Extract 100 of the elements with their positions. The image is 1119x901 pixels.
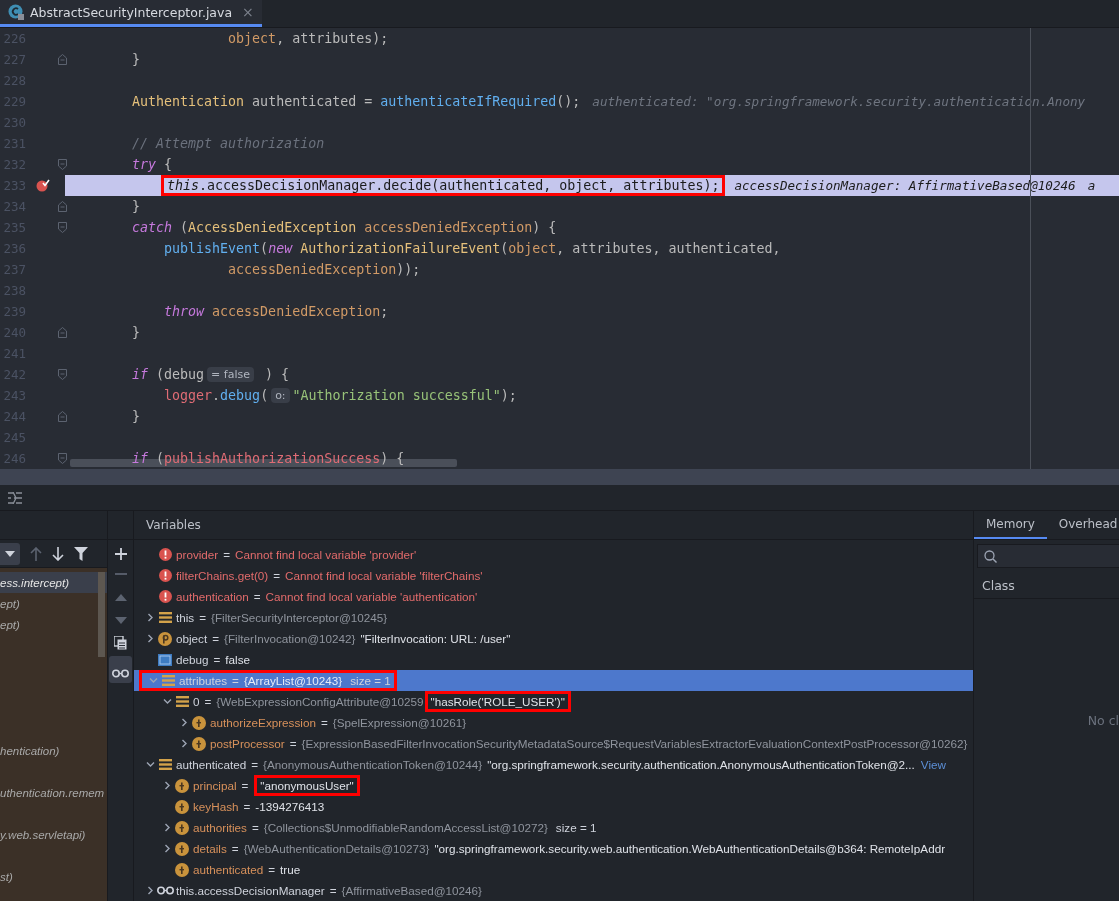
code-token: AuthorizationFailureEvent — [299, 241, 501, 256]
stack-frame[interactable]: y.web.servletapi) — [0, 824, 107, 845]
add-icon[interactable] — [114, 548, 127, 560]
variable-row[interactable]: attributes = {ArrayList@10243} size = 1 — [134, 670, 973, 691]
column-header[interactable]: Class — [982, 577, 1015, 593]
breakpoint-icon[interactable] — [36, 179, 50, 192]
inline-value-hint: authenticated: "org.springframework.security.authentication.Anony — [592, 94, 1086, 109]
chevron-icon[interactable] — [145, 634, 155, 643]
error-icon — [158, 569, 172, 582]
variable-type: {FilterSecurityInterceptor@10245} — [211, 611, 388, 624]
code-token: new — [268, 241, 293, 256]
variable-row[interactable]: debug = false — [134, 649, 973, 670]
code-token: ( — [260, 388, 269, 403]
code-token: object — [227, 31, 277, 46]
variable-name: provider — [176, 548, 219, 561]
chevron-icon[interactable] — [145, 760, 155, 769]
variable-row[interactable]: filterChains.get(0) = Cannot find local variable 'filterChains' — [134, 565, 973, 586]
equals-sign: = — [199, 611, 207, 624]
stack-frame[interactable]: hentication) — [0, 740, 107, 761]
code-token: ) { — [532, 220, 557, 235]
code-token: object — [508, 241, 557, 256]
panel-tab[interactable]: Memory — [974, 511, 1047, 539]
variable-row[interactable]: this = {FilterSecurityInterceptor@10245} — [134, 607, 973, 628]
stack-frame[interactable]: ess.intercept) — [0, 572, 107, 593]
chevron-icon[interactable] — [162, 844, 172, 853]
empty-message: No cl — [1087, 712, 1119, 728]
variable-name: authenticated — [193, 863, 264, 876]
code-token: ; — [380, 304, 389, 319]
chevron-icon[interactable] — [162, 823, 172, 832]
filter-icon[interactable] — [74, 546, 88, 561]
variable-row[interactable]: postProcessor = {ExpressionBasedFilterInvocationSecurityMetadataSource$RequestVariablesExtractorEvaluationContextPostProcessor@10262} — [134, 733, 973, 754]
variable-row[interactable]: keyHash = -1394276413 — [134, 796, 973, 817]
panel-title: Variables — [146, 518, 201, 532]
caret-icon — [5, 550, 15, 557]
variable-row[interactable]: principal = "anonymousUser" — [134, 775, 973, 796]
layout-icon[interactable] — [8, 491, 22, 504]
search-field[interactable] — [977, 544, 1119, 568]
code-token: AccessDeniedException — [188, 220, 357, 235]
chevron-icon[interactable] — [145, 886, 155, 895]
variable-name: attributes — [179, 674, 228, 687]
chevron-icon[interactable] — [179, 718, 189, 727]
view-link[interactable]: View — [920, 758, 946, 771]
code-token: accessDeniedException — [211, 304, 381, 319]
arrow-down-icon[interactable] — [52, 546, 64, 561]
code-token: ); — [500, 388, 517, 403]
close-icon[interactable]: × — [242, 4, 254, 20]
variable-name: authorizeExpression — [210, 716, 316, 729]
panel-tab[interactable]: Overhead — [1046, 511, 1119, 539]
error-icon — [158, 590, 172, 603]
variable-name: 0 — [193, 695, 200, 708]
scrollbar[interactable] — [98, 572, 105, 657]
variable-type: {AnonymousAuthenticationToken@10244} — [263, 758, 483, 771]
stack-frame[interactable]: ept) — [0, 614, 107, 635]
variable-name: this.accessDecisionManager — [176, 884, 325, 897]
equals-sign: = — [231, 842, 239, 855]
class-file-icon — [8, 4, 24, 20]
code-token: ( — [260, 241, 269, 256]
code-token: logger — [163, 388, 213, 403]
copy-icon[interactable] — [114, 636, 127, 650]
equals-sign: = — [251, 821, 259, 834]
variable-row[interactable]: this.accessDecisionManager = {AffirmativeBased@10246} — [134, 880, 973, 901]
code-token: catch — [131, 220, 173, 235]
code-token: ( — [179, 220, 189, 235]
stack-frame[interactable]: uthentication.remem — [0, 782, 107, 803]
equals-sign: = — [329, 884, 337, 897]
arrow-up-icon[interactable] — [30, 546, 42, 561]
variable-row[interactable]: authenticated = true — [134, 859, 973, 880]
variable-row[interactable]: provider = Cannot find local variable 'provider' — [134, 544, 973, 565]
code-token: authenticated = — [251, 94, 374, 109]
chevron-icon[interactable] — [162, 781, 172, 790]
move-down-icon[interactable] — [114, 617, 127, 624]
field-icon — [175, 820, 189, 835]
equals-sign: = — [253, 590, 261, 603]
thread-dropdown[interactable] — [0, 542, 20, 565]
list-icon — [175, 696, 189, 707]
variable-value: true — [280, 863, 301, 876]
inline-value-hint: a — [1087, 178, 1096, 193]
stack-frame[interactable]: ept) — [0, 593, 107, 614]
variable-row[interactable]: authenticated = {AnonymousAuthenticationToken@10244} "org.springframework.security.authentication.AnonymousAuthenticationToken@2... View — [134, 754, 973, 775]
move-up-icon[interactable] — [114, 594, 127, 601]
variable-row[interactable]: details = {WebAuthenticationDetails@10273} "org.springframework.security.web.authentication.WebAuthenticationDetails@b364: RemoteIpAddr — [134, 838, 973, 859]
file-tab[interactable]: AbstractSecurityInterceptor.java × — [0, 0, 262, 27]
list-icon — [158, 759, 172, 770]
variable-row[interactable]: object = {FilterInvocation@10242} "FilterInvocation: URL: /user" — [134, 628, 973, 649]
variable-row[interactable]: authorities = {Collections$UnmodifiableRandomAccessList@10272} size = 1 — [134, 817, 973, 838]
code-token: , attributes, authenticated, — [556, 241, 781, 256]
variable-row[interactable]: authorizeExpression = {SpelExpression@10261} — [134, 712, 973, 733]
chevron-icon[interactable] — [179, 739, 189, 748]
variable-row[interactable]: authentication = Cannot find local variable 'authentication' — [134, 586, 973, 607]
chevron-icon[interactable] — [145, 613, 155, 622]
variable-value: Cannot find local variable 'filterChains' — [285, 569, 483, 582]
chevron-icon[interactable] — [162, 697, 172, 706]
code-token: debug — [220, 388, 261, 403]
watches-toggle[interactable] — [109, 656, 132, 683]
variable-row[interactable]: 0 = {WebExpressionConfigAttribute@10259 "hasRole('ROLE_USER')" — [134, 691, 973, 712]
code-token: this — [167, 178, 200, 193]
variable-value: Cannot find local variable 'authentication' — [265, 590, 478, 603]
code-token: (debug — [155, 367, 205, 382]
code-token: try — [131, 157, 157, 172]
stack-frame[interactable]: st) — [0, 866, 107, 887]
